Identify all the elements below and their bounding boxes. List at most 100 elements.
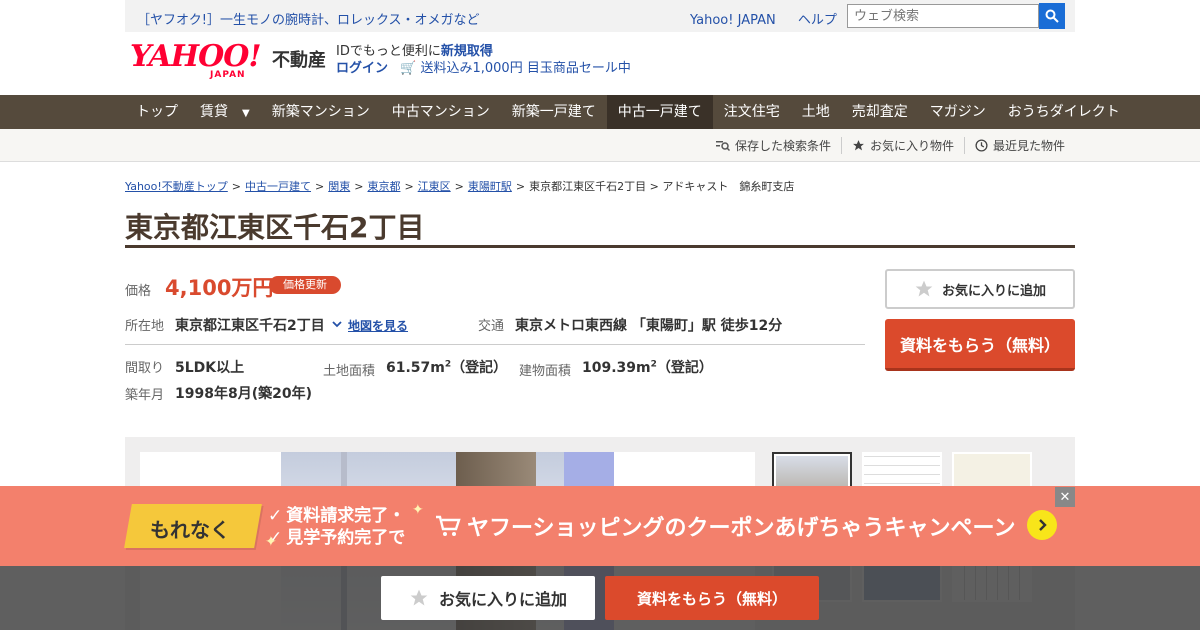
built-value: 1998年8月(築20年) (175, 386, 312, 402)
sparkle-icon: ✦ (412, 502, 424, 518)
nav-item-used-house[interactable]: 中古一戸建て (606, 95, 713, 129)
caret-down-icon: ▼ (242, 108, 250, 119)
building-area-value: 109.39m2（登記） (582, 357, 713, 377)
sparkle-icon: ✦ (265, 534, 277, 550)
close-banner-button[interactable]: ✕ (1055, 487, 1075, 507)
star-icon (853, 140, 864, 151)
banner-headline: ヤフーショッピングのクーポンあげちゃうキャンペーン (435, 510, 1015, 542)
banner-subtext: ✓ 資料請求完了・ ✓ 見学予約完了で (268, 505, 405, 549)
search-input[interactable] (847, 4, 1039, 28)
nav-item-rent[interactable]: 賃貸 ▼ (189, 95, 261, 129)
breadcrumb-separator: > (454, 180, 464, 193)
breadcrumb-link[interactable]: 東陽町駅 (468, 180, 512, 193)
breadcrumb: Yahoo!不動産トップ > 中古一戸建て > 関東 > 東京都 > 江東区 > 東陽町駅 > 東京都江… (125, 178, 794, 194)
clock-icon (975, 139, 988, 152)
yahoo-japan-link[interactable]: Yahoo! JAPAN (690, 13, 776, 28)
nav-item-new-house[interactable]: 新築一戸建て (501, 95, 607, 129)
nav-item-sale-assessment[interactable]: 売却査定 (841, 95, 919, 129)
breadcrumb-separator: > (231, 180, 242, 193)
banner-line2: 見学予約完了で (286, 528, 406, 548)
request-info-button[interactable]: 資料をもらう（無料） (885, 319, 1075, 371)
nav-item-custom-house[interactable]: 注文住宅 (713, 95, 791, 129)
logo[interactable]: YAHOO! JAPAN 不動産 (130, 39, 326, 81)
check-icon: ✓ (268, 506, 283, 526)
building-area-number: 109.39m (582, 360, 651, 376)
nav-item-new-mansion[interactable]: 新築マンション (261, 95, 381, 129)
breadcrumb-current: 東京都江東区千石2丁目 > アドキャスト 錦糸町支店 (529, 180, 795, 193)
nav-item-used-mansion[interactable]: 中古マンション (381, 95, 501, 129)
bottom-request-info-button[interactable]: 資料をもらう（無料） (605, 576, 819, 620)
login-link[interactable]: ログイン (336, 61, 388, 76)
cart-icon (436, 515, 461, 536)
recent-link[interactable]: 最近見た物件 (963, 137, 1075, 154)
building-area-label: 建物面積 (519, 364, 572, 379)
chevron-down-icon (332, 321, 342, 328)
breadcrumb-separator: > (315, 180, 325, 193)
page: ［ヤフオク!］一生モノの腕時計、ロレックス・オメガなど Yahoo! JAPAN… (0, 0, 1200, 630)
favorites-link[interactable]: お気に入り物件 (840, 137, 964, 154)
land-area-value: 61.57m2（登記） (386, 357, 507, 377)
page-title: 東京都江東区千石2丁目 (125, 206, 1075, 248)
favorites-label: お気に入り物件 (869, 139, 954, 153)
saved-search-link[interactable]: 保存した検索条件 (706, 137, 841, 154)
breadcrumb-separator: > (404, 180, 414, 193)
signup-link[interactable]: 新規取得 (441, 44, 493, 59)
built-label: 築年月 (125, 388, 165, 403)
price-updated-badge: 価格更新 (269, 276, 341, 294)
bottom-add-favorite-label: お気に入りに追加 (438, 590, 567, 609)
nav-item-top[interactable]: トップ (125, 95, 189, 129)
breadcrumb-separator: > (354, 180, 364, 193)
banner-main-text: ヤフーショッピングのクーポンあげちゃうキャンペーン (467, 516, 1016, 541)
access-value: 東京メトロ東西線 「東陽町」駅 徒歩12分 (515, 318, 783, 334)
breadcrumb-link[interactable]: 中古一戸建て (245, 180, 311, 193)
search-icon (1045, 9, 1059, 23)
sticky-bottom-bar: お気に入りに追加 資料をもらう（無料） (0, 566, 1200, 630)
layout-label: 間取り (125, 361, 165, 376)
nav-item-magazine[interactable]: マガジン (919, 95, 997, 129)
top-links: Yahoo! JAPAN ヘルプ (690, 9, 855, 28)
breadcrumb-link[interactable]: 江東区 (418, 180, 451, 193)
id-text: IDでもっと便利に (336, 44, 441, 59)
breadcrumb-link[interactable]: Yahoo!不動産トップ (125, 180, 228, 193)
search-button[interactable] (1039, 3, 1065, 29)
location-value: 東京都江東区千石2丁目 (175, 318, 325, 334)
add-favorite-label: お気に入りに追加 (941, 283, 1046, 299)
service-name: 不動産 (272, 50, 326, 71)
nav-item-ouchi-direct[interactable]: おうちダイレクト (997, 95, 1131, 129)
breadcrumb-link[interactable]: 関東 (328, 180, 350, 193)
building-area-note: （登記） (656, 360, 713, 376)
saved-search-label: 保存した検索条件 (734, 139, 831, 153)
banner-line1: 資料請求完了・ (286, 506, 406, 526)
land-area-note: （登記） (451, 360, 508, 376)
recent-label: 最近見た物件 (992, 139, 1065, 153)
sub-nav: 保存した検索条件 お気に入り物件 最近見た物件 (0, 129, 1200, 162)
land-area-label: 土地面積 (323, 364, 376, 379)
arrow-right-icon[interactable] (1027, 510, 1057, 540)
help-link[interactable]: ヘルプ (798, 13, 837, 28)
price-label: 価格 (125, 284, 152, 299)
saved-search-icon (715, 140, 730, 151)
location-label: 所在地 (125, 319, 165, 334)
sale-link[interactable]: 送料込み1,000円 目玉商品セール中 (420, 61, 630, 76)
price-value: 4,100万円 (165, 276, 274, 300)
breadcrumb-link[interactable]: 東京都 (367, 180, 400, 193)
land-area-number: 61.57m (386, 360, 445, 376)
access-label: 交通 (478, 319, 505, 334)
bottom-add-favorite-button[interactable]: お気に入りに追加 (381, 576, 595, 620)
cart-icon: 🛒 (400, 61, 417, 76)
banner-tag-text: もれなく (150, 518, 230, 542)
top-bar: ［ヤフオク!］一生モノの腕時計、ロレックス・オメガなど Yahoo! JAPAN… (125, 0, 1075, 32)
add-favorite-button[interactable]: お気に入りに追加 (885, 269, 1075, 309)
star-outline-icon (915, 280, 933, 297)
promo-link[interactable]: ［ヤフオク!］一生モノの腕時計、ロレックス・オメガなど (137, 9, 480, 28)
layout-value: 5LDK以上 (175, 360, 245, 376)
nav-item-label: 賃貸 (200, 104, 228, 120)
logo-yahoo: YAHOO! (130, 39, 262, 74)
nav-item-land[interactable]: 土地 (791, 95, 841, 129)
campaign-banner[interactable]: もれなく ✓ 資料請求完了・ ✓ 見学予約完了で ✦ ✦ ヤフーショッピングのクーポ… (0, 486, 1200, 566)
star-outline-icon (410, 589, 428, 606)
divider (125, 344, 865, 345)
map-link[interactable]: 地図を見る (348, 317, 408, 334)
main-nav: トップ 賃貸 ▼ 新築マンション 中古マンション 新築一戸建て 中古一戸建て 注文… (0, 95, 1200, 129)
id-box: IDでもっと便利に新規取得 ログイン 🛒 送料込み1,000円 目玉商品セール中 (336, 43, 631, 77)
